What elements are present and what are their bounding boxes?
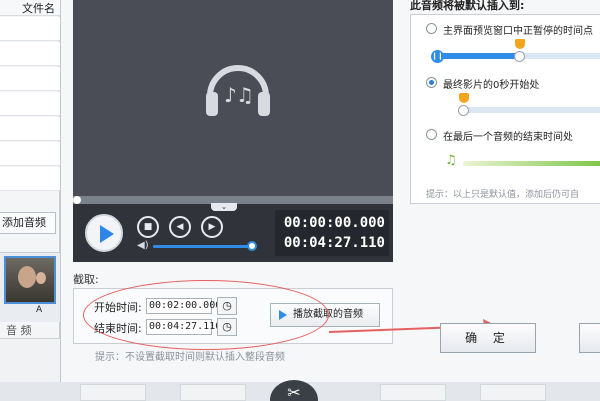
insert-position-hint: 提示：以上只是默认值，添加后仍可自 bbox=[426, 190, 580, 200]
radio-after-last-audio[interactable] bbox=[426, 129, 437, 140]
audio-end-track bbox=[463, 161, 600, 166]
audio-player: ♪ ♫ ■ ◀ ▶ ◀) 00:00:00.000 00:04:27.110 bbox=[73, 0, 393, 262]
cancel-button[interactable] bbox=[579, 323, 600, 353]
crop-hint: 提示：不设置截取时间则默认插入整段音频 bbox=[95, 352, 285, 363]
next-button[interactable]: ▶ bbox=[201, 216, 223, 238]
video-thumbnail[interactable] bbox=[4, 256, 56, 304]
option-pause-point-label: 主界面预览窗口中正暂停的时间点 bbox=[443, 26, 593, 37]
start-of-film-handle[interactable] bbox=[458, 105, 469, 116]
stop-button[interactable]: ■ bbox=[137, 216, 159, 238]
pause-icon[interactable]: ❙❙ bbox=[431, 50, 444, 63]
stop-icon: ■ bbox=[143, 222, 153, 232]
music-note-icon: ♫ bbox=[445, 153, 457, 168]
svg-text:♪: ♪ bbox=[224, 83, 237, 107]
start-of-film-track bbox=[461, 107, 600, 113]
insert-position-panel: 主界面预览窗口中正暂停的时间点 ❙❙ 最终影片的0秒开始处 在最后一个音频的结束… bbox=[410, 14, 600, 204]
svg-text:♫: ♫ bbox=[236, 83, 254, 107]
headphone-music-icon: ♪ ♫ bbox=[206, 65, 270, 116]
volume-slider[interactable] bbox=[153, 245, 249, 248]
total-time: 00:04:27.110 bbox=[283, 235, 385, 251]
preview-screen: ♪ ♫ bbox=[73, 0, 393, 196]
volume-icon[interactable]: ◀) bbox=[137, 240, 151, 252]
marker-pin-icon bbox=[459, 93, 469, 103]
timecode-display: 00:00:00.000 00:04:27.110 bbox=[275, 210, 389, 256]
marker-pin-icon bbox=[515, 39, 525, 49]
current-time: 00:00:00.000 bbox=[283, 215, 385, 231]
player-controls: ■ ◀ ▶ ◀) 00:00:00.000 00:04:27.110 bbox=[73, 204, 393, 262]
list-item[interactable] bbox=[0, 67, 60, 91]
play-button[interactable] bbox=[85, 214, 123, 252]
crop-section-title: 截取: bbox=[73, 273, 99, 286]
radio-start-of-film[interactable] bbox=[426, 77, 437, 88]
option-start-of-film-label: 最终影片的0秒开始处 bbox=[443, 80, 540, 91]
collapse-toggle[interactable]: ⌄ bbox=[211, 203, 237, 211]
list-item[interactable] bbox=[480, 384, 546, 401]
radio-pause-point[interactable] bbox=[426, 23, 437, 34]
pause-point-track-fill bbox=[435, 53, 521, 59]
insert-position-title: 此音频将被默认插入到: bbox=[410, 0, 525, 12]
list-item[interactable] bbox=[180, 384, 246, 401]
ok-button[interactable]: 确 定 bbox=[440, 323, 536, 353]
previous-button[interactable]: ◀ bbox=[169, 216, 191, 238]
list-item[interactable] bbox=[380, 384, 446, 401]
list-item[interactable] bbox=[0, 92, 60, 116]
audio-insert-dialog: ♪ ♫ ■ ◀ ▶ ◀) 00:00:00.000 00:04:27.110 ⌄… bbox=[60, 0, 600, 382]
list-item[interactable] bbox=[0, 167, 60, 191]
annotation-ellipse bbox=[83, 280, 329, 350]
background-app: 文件名 添加音频 A 音 频 bbox=[0, 0, 60, 401]
chevron-down-icon: ⌄ bbox=[220, 202, 228, 211]
previous-icon: ◀ bbox=[176, 222, 184, 232]
thumbnail-label: A bbox=[36, 305, 43, 315]
list-item[interactable] bbox=[0, 117, 60, 141]
next-icon: ▶ bbox=[208, 222, 216, 232]
add-audio-button[interactable]: 添加音频 bbox=[0, 212, 56, 234]
list-item[interactable] bbox=[80, 384, 146, 401]
thumbnail-figure bbox=[36, 272, 46, 284]
play-icon bbox=[100, 225, 114, 243]
file-list-header: 文件名 bbox=[0, 0, 60, 16]
progress-handle[interactable] bbox=[73, 196, 81, 204]
option-after-last-audio-label: 在最后一个音频的结束时间处 bbox=[443, 132, 573, 143]
audio-track[interactable] bbox=[0, 338, 60, 382]
volume-handle[interactable] bbox=[247, 241, 257, 251]
column-header-filename: 文件名 bbox=[22, 2, 55, 15]
list-item[interactable] bbox=[0, 42, 60, 66]
audio-track-label: 音 频 bbox=[6, 324, 32, 337]
thumbnail-figure bbox=[18, 266, 36, 288]
pause-point-handle[interactable] bbox=[514, 51, 525, 62]
list-item[interactable] bbox=[0, 17, 60, 41]
list-item[interactable] bbox=[0, 142, 60, 166]
